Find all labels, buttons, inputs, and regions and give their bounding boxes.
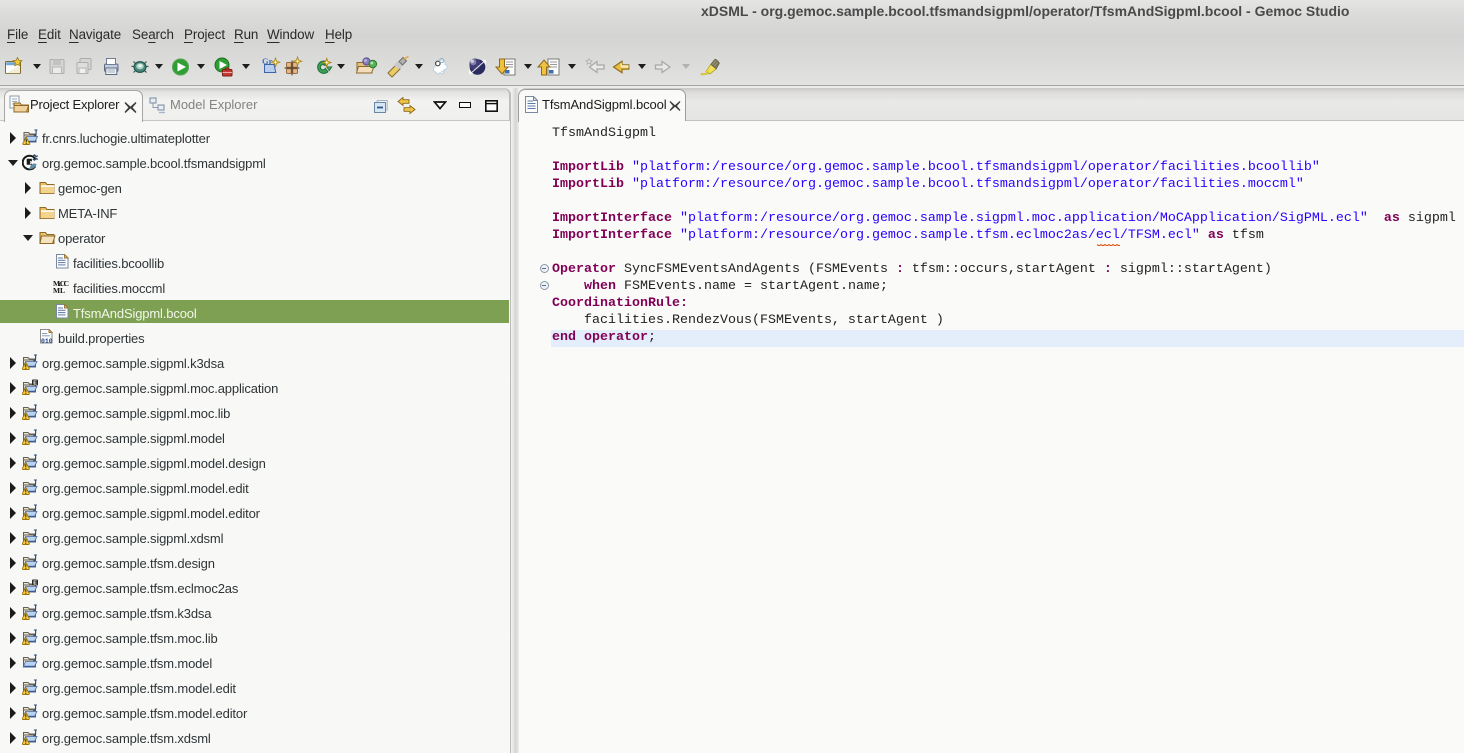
svg-text:Gr: Gr	[262, 56, 273, 66]
